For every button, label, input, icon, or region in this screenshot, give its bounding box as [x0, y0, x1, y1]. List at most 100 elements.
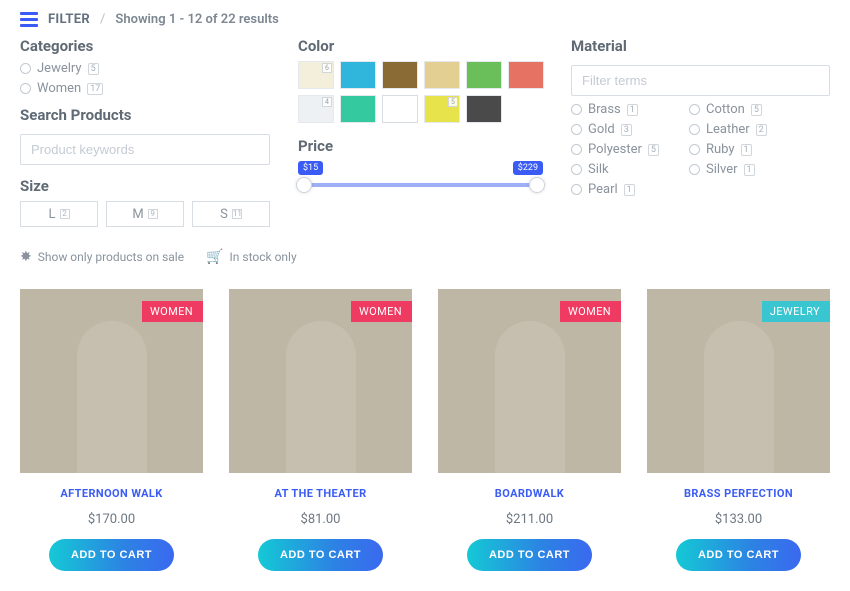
size-label: S [220, 207, 228, 222]
product-grid: WOMENAFTERNOON WALK$170.00ADD TO CARTWOM… [20, 289, 830, 571]
product-tag-badge: WOMEN [351, 301, 412, 322]
material-label: Silk [588, 162, 609, 177]
filter-toggle-icon[interactable] [20, 12, 38, 27]
material-count: 3 [621, 124, 632, 136]
category-count: 5 [88, 63, 99, 75]
material-option[interactable]: Ruby1 [689, 142, 767, 157]
star-icon: ✸ [20, 249, 32, 265]
product-price: $133.00 [715, 512, 762, 527]
price-min-label: $15 [298, 161, 323, 175]
material-label: Silver [706, 162, 738, 177]
sale-label: Show only products on sale [38, 250, 184, 264]
material-option[interactable]: Brass1 [571, 102, 659, 117]
color-swatch[interactable] [466, 95, 502, 123]
swatch-count: 4 [322, 97, 332, 107]
material-option[interactable]: Gold 3 [571, 122, 659, 137]
product-price: $211.00 [506, 512, 553, 527]
category-label: Jewelry [37, 61, 82, 76]
add-to-cart-button[interactable]: ADD TO CART [49, 539, 174, 571]
cart-icon: 🛒 [206, 249, 223, 265]
material-option[interactable]: Silver 1 [689, 162, 767, 177]
color-swatch[interactable] [382, 61, 418, 89]
radio-icon [689, 124, 700, 135]
product-tag-badge: WOMEN [142, 301, 203, 322]
material-title: Material [571, 37, 830, 55]
material-count: 1 [627, 104, 638, 116]
filter-label: FILTER [48, 12, 90, 27]
color-swatch[interactable] [424, 61, 460, 89]
material-option[interactable]: Leather2 [689, 122, 767, 137]
size-m[interactable]: M 9 [106, 201, 184, 227]
color-swatch[interactable] [466, 61, 502, 89]
swatch-count: 5 [448, 97, 458, 107]
sale-only-toggle[interactable]: ✸ Show only products on sale [20, 249, 184, 265]
price-max-label: $229 [513, 161, 543, 175]
product-name[interactable]: BOARDWALK [495, 487, 564, 500]
color-swatch[interactable] [508, 61, 544, 89]
color-swatch[interactable] [340, 61, 376, 89]
material-count: 1 [741, 144, 752, 156]
price-slider[interactable]: $15 $229 [298, 161, 543, 195]
radio-icon [571, 144, 582, 155]
product-tag-badge: WOMEN [560, 301, 621, 322]
material-option[interactable]: Silk [571, 162, 659, 177]
radio-icon [571, 124, 582, 135]
material-count: 1 [624, 184, 635, 196]
radio-icon [689, 144, 700, 155]
instock-only-toggle[interactable]: 🛒 In stock only [206, 249, 297, 265]
category-count: 17 [87, 83, 103, 95]
product-price: $81.00 [301, 512, 341, 527]
material-filter-input[interactable] [571, 65, 830, 96]
material-count: 5 [648, 144, 659, 156]
category-women[interactable]: Women 17 [20, 81, 270, 96]
add-to-cart-button[interactable]: ADD TO CART [467, 539, 592, 571]
product-card[interactable]: JEWELRY BRASS PERFECTION $133.00 ADD TO CAR… [647, 289, 830, 571]
color-swatch[interactable] [340, 95, 376, 123]
color-swatch[interactable]: 4 [298, 95, 334, 123]
material-option[interactable]: Pearl1 [571, 182, 659, 197]
slider-track [304, 183, 537, 187]
product-image: JEWELRY [647, 289, 830, 473]
color-swatch[interactable]: 5 [424, 95, 460, 123]
product-card[interactable]: WOMEN BOARDWALK $211.00 ADD TO CART [438, 289, 621, 571]
material-option[interactable]: Cotton5 [689, 102, 767, 117]
categories-title: Categories [20, 37, 270, 55]
stock-label: In stock only [230, 250, 297, 264]
radio-icon [571, 164, 582, 175]
category-jewelry[interactable]: Jewelry 5 [20, 61, 270, 76]
size-l[interactable]: L 2 [20, 201, 98, 227]
size-label: L [48, 207, 55, 222]
material-count: 1 [744, 164, 755, 176]
material-label: Gold [588, 122, 615, 137]
add-to-cart-button[interactable]: ADD TO CART [676, 539, 801, 571]
results-count: Showing 1 - 12 of 22 results [115, 12, 278, 27]
color-swatch[interactable] [382, 95, 418, 123]
product-name[interactable]: AT THE THEATER [274, 487, 366, 500]
material-option[interactable]: Polyester5 [571, 142, 659, 157]
size-title: Size [20, 177, 270, 195]
radio-icon [571, 104, 582, 115]
radio-icon [571, 184, 582, 195]
product-price: $170.00 [88, 512, 135, 527]
product-name[interactable]: BRASS PERFECTION [684, 487, 793, 500]
product-card[interactable]: WOMEN AT THE THEATER $81.00 ADD TO CART [229, 289, 412, 571]
price-title: Price [298, 137, 543, 155]
slider-handle-max[interactable] [529, 177, 545, 193]
radio-icon [689, 104, 700, 115]
radio-icon [689, 164, 700, 175]
product-image: WOMEN [229, 289, 412, 473]
add-to-cart-button[interactable]: ADD TO CART [258, 539, 383, 571]
size-s[interactable]: S 11 [192, 201, 270, 227]
category-label: Women [37, 81, 81, 96]
product-name[interactable]: AFTERNOON WALK [60, 487, 162, 500]
slider-handle-min[interactable] [296, 177, 312, 193]
search-input[interactable] [20, 134, 270, 165]
separator: / [100, 12, 105, 27]
color-title: Color [298, 37, 543, 55]
swatch-count: 6 [322, 63, 332, 73]
product-card[interactable]: WOMEN AFTERNOON WALK $170.00 ADD TO CART [20, 289, 203, 571]
material-count: 5 [751, 104, 762, 116]
radio-icon [20, 63, 31, 74]
size-count: 11 [232, 209, 242, 219]
color-swatch[interactable]: 6 [298, 61, 334, 89]
